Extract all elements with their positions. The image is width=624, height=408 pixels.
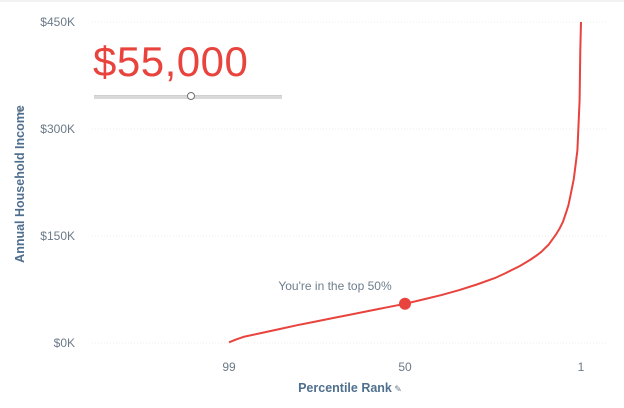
income-curve-line: [228, 21, 582, 344]
y-axis-label: Annual Household Income: [13, 105, 27, 263]
x-tick-label: 50: [398, 360, 412, 374]
x-axis-label: Percentile Rank: [298, 381, 392, 395]
y-tick-label: $450K: [40, 15, 75, 29]
x-axis-ticks: 99 50 1: [222, 360, 584, 374]
x-tick-label: 99: [222, 360, 236, 374]
income-slider[interactable]: [94, 92, 282, 102]
y-axis-title: Annual Household Income ✎: [13, 105, 27, 263]
x-axis-title: Percentile Rank ✎: [298, 381, 402, 395]
x-tick-label: 1: [578, 360, 585, 374]
y-axis-ticks: $0K $150K $300K $450K: [40, 15, 75, 350]
pin-icon[interactable]: ✎: [16, 106, 26, 114]
y-tick-label: $300K: [40, 122, 75, 136]
income-percentile-dashboard: $0K $150K $300K $450K 99 50 1 You're in the t…: [0, 0, 624, 408]
y-tick-label: $0K: [54, 336, 75, 350]
income-value-display: $55,000: [93, 38, 249, 85]
your-income-marker[interactable]: [399, 297, 411, 310]
percentile-annotation: You're in the top 50%: [278, 279, 392, 293]
income-slider-thumb[interactable]: [187, 92, 195, 100]
pin-icon[interactable]: ✎: [394, 384, 402, 394]
y-tick-label: $150K: [40, 229, 75, 243]
